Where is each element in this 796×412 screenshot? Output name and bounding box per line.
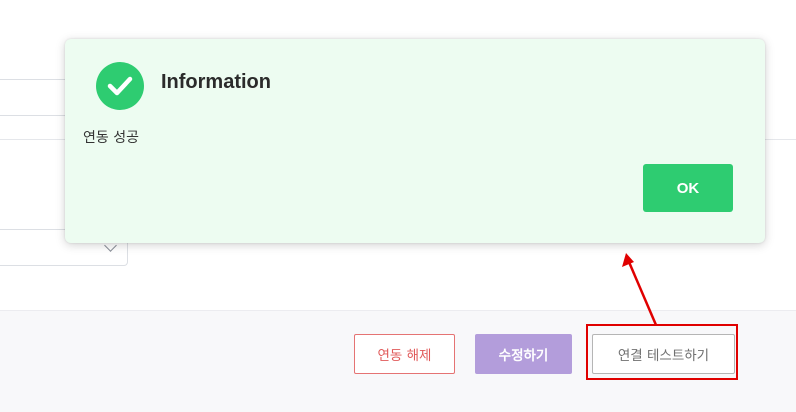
dialog-message: 연동 성공 [83, 130, 139, 146]
ok-button[interactable]: OK [643, 164, 733, 212]
edit-button[interactable]: 수정하기 [475, 334, 572, 374]
information-dialog: Information 연동 성공 OK [65, 39, 765, 243]
check-circle-icon [96, 62, 144, 110]
page: 연동 해제 수정하기 연결 테스트하기 Information 연동 성공 OK [0, 0, 796, 412]
dialog-title: Information [161, 71, 271, 93]
annotation-arrow [622, 253, 658, 326]
unlink-button[interactable]: 연동 해제 [354, 334, 455, 374]
